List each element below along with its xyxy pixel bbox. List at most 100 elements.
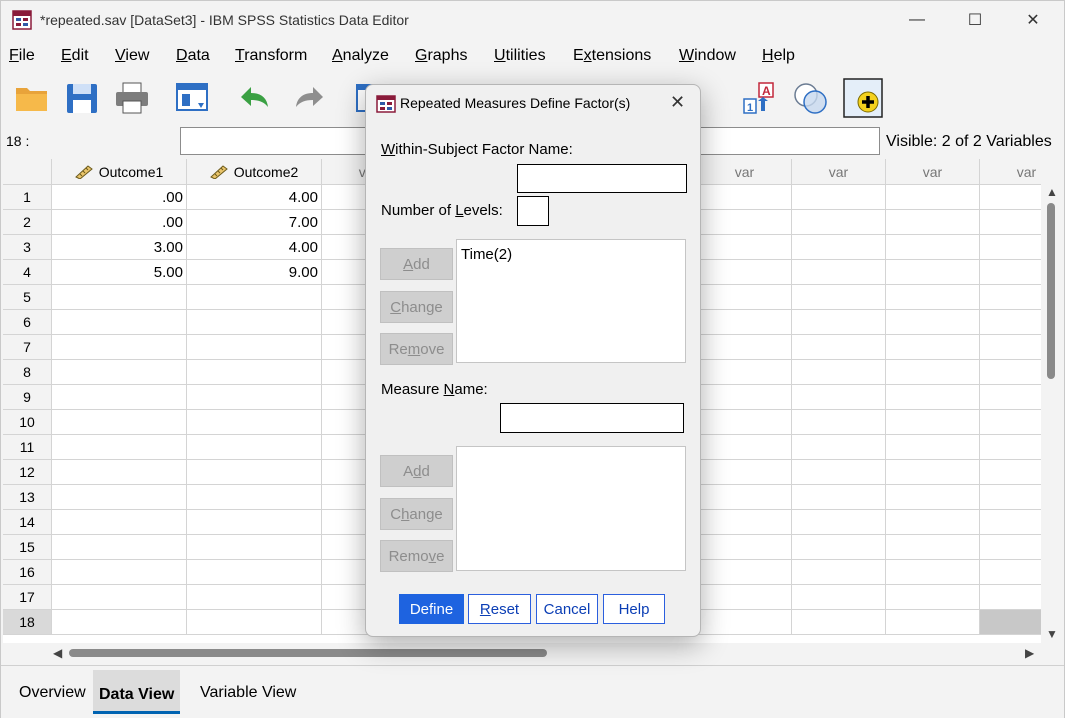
table-cell[interactable] <box>980 510 1041 535</box>
row-header[interactable]: 10 <box>3 410 52 435</box>
row-header[interactable]: 17 <box>3 585 52 610</box>
table-cell[interactable] <box>792 260 886 285</box>
row-header[interactable]: 1 <box>3 185 52 210</box>
table-cell[interactable] <box>980 235 1041 260</box>
table-cell[interactable] <box>792 410 886 435</box>
row-header[interactable]: 11 <box>3 435 52 460</box>
table-cell[interactable] <box>792 460 886 485</box>
minimize-button[interactable]: — <box>897 9 937 31</box>
table-cell[interactable] <box>698 285 792 310</box>
tab-data-view[interactable]: Data View <box>93 670 181 714</box>
horizontal-scroll-thumb[interactable] <box>69 649 547 657</box>
menu-utilities[interactable]: Utilities <box>494 47 546 65</box>
table-cell[interactable] <box>698 210 792 235</box>
table-cell[interactable] <box>980 310 1041 335</box>
table-cell[interactable] <box>52 460 187 485</box>
reset-button[interactable]: Reset <box>468 594 531 624</box>
table-cell[interactable] <box>980 210 1041 235</box>
change-factor-button[interactable]: Change <box>380 291 453 323</box>
table-cell[interactable] <box>792 560 886 585</box>
table-cell[interactable] <box>187 285 322 310</box>
menu-edit[interactable]: Edit <box>61 47 89 65</box>
table-cell[interactable] <box>792 310 886 335</box>
table-cell[interactable] <box>698 435 792 460</box>
table-cell[interactable] <box>792 435 886 460</box>
table-cell[interactable]: 9.00 <box>187 260 322 285</box>
table-cell[interactable] <box>698 510 792 535</box>
scroll-down-icon[interactable]: ▼ <box>1046 627 1058 641</box>
table-cell[interactable] <box>980 335 1041 360</box>
table-cell[interactable] <box>792 610 886 635</box>
row-header[interactable]: 5 <box>3 285 52 310</box>
table-cell[interactable] <box>698 360 792 385</box>
table-cell[interactable] <box>187 485 322 510</box>
table-cell[interactable] <box>886 335 980 360</box>
row-header[interactable]: 15 <box>3 535 52 560</box>
table-cell[interactable] <box>886 485 980 510</box>
table-cell[interactable] <box>698 260 792 285</box>
table-cell[interactable] <box>792 235 886 260</box>
table-cell[interactable] <box>187 510 322 535</box>
table-cell[interactable] <box>698 610 792 635</box>
table-cell[interactable] <box>886 535 980 560</box>
table-cell[interactable] <box>52 610 187 635</box>
table-cell[interactable] <box>52 410 187 435</box>
row-header[interactable]: 8 <box>3 360 52 385</box>
table-cell[interactable] <box>886 360 980 385</box>
table-cell[interactable] <box>698 460 792 485</box>
folder-open-icon[interactable] <box>13 79 51 117</box>
table-cell[interactable] <box>187 535 322 560</box>
measure-name-input[interactable] <box>500 403 684 433</box>
menu-extensions[interactable]: Extensions <box>573 47 651 65</box>
table-cell[interactable] <box>52 585 187 610</box>
table-cell[interactable] <box>187 385 322 410</box>
print-icon[interactable] <box>113 79 151 117</box>
table-cell[interactable] <box>886 285 980 310</box>
table-cell[interactable]: .00 <box>52 185 187 210</box>
dialog-close-icon[interactable]: ✕ <box>670 92 685 113</box>
table-cell[interactable] <box>698 560 792 585</box>
scroll-left-icon[interactable]: ◀ <box>53 646 62 660</box>
add-measure-button[interactable]: Add <box>380 455 453 487</box>
row-header[interactable]: 14 <box>3 510 52 535</box>
table-cell[interactable] <box>187 585 322 610</box>
table-cell[interactable] <box>52 310 187 335</box>
table-cell[interactable] <box>980 585 1041 610</box>
row-header[interactable]: 9 <box>3 385 52 410</box>
table-cell[interactable]: 4.00 <box>187 185 322 210</box>
table-cell[interactable] <box>52 285 187 310</box>
table-cell[interactable] <box>886 610 980 635</box>
table-cell[interactable] <box>52 560 187 585</box>
table-cell[interactable] <box>187 360 322 385</box>
table-cell[interactable] <box>698 185 792 210</box>
redo-icon[interactable] <box>291 79 329 117</box>
undo-icon[interactable] <box>235 79 273 117</box>
table-cell[interactable] <box>52 510 187 535</box>
table-cell[interactable] <box>792 535 886 560</box>
cancel-button[interactable]: Cancel <box>536 594 598 624</box>
table-cell[interactable] <box>886 310 980 335</box>
table-cell[interactable] <box>886 560 980 585</box>
table-cell[interactable] <box>886 260 980 285</box>
define-button[interactable]: Define <box>399 594 464 624</box>
table-cell[interactable] <box>980 285 1041 310</box>
menu-graphs[interactable]: Graphs <box>415 47 467 65</box>
table-cell[interactable]: 7.00 <box>187 210 322 235</box>
table-cell[interactable] <box>792 385 886 410</box>
remove-measure-button[interactable]: Remo v e <box>380 540 453 572</box>
list-item[interactable]: Time(2) <box>461 246 681 263</box>
measure-list[interactable] <box>456 446 686 571</box>
table-cell[interactable] <box>52 335 187 360</box>
table-cell[interactable] <box>886 185 980 210</box>
table-cell[interactable] <box>980 435 1041 460</box>
table-cell[interactable] <box>980 460 1041 485</box>
row-header[interactable]: 13 <box>3 485 52 510</box>
row-header[interactable]: 6 <box>3 310 52 335</box>
column-header-var[interactable]: var <box>698 159 792 185</box>
menu-transform[interactable]: Transform <box>235 47 307 65</box>
factor-name-input[interactable] <box>517 164 687 193</box>
add-factor-button[interactable]: Add <box>380 248 453 280</box>
table-cell[interactable] <box>886 585 980 610</box>
table-cell[interactable] <box>792 285 886 310</box>
table-cell[interactable] <box>792 360 886 385</box>
